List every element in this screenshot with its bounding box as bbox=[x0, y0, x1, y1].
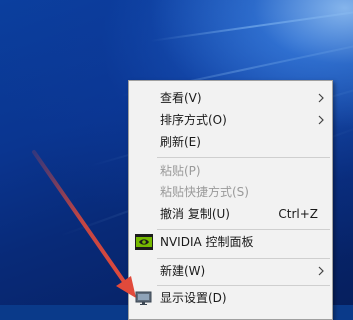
menu-separator bbox=[157, 258, 330, 259]
menu-item-display-settings[interactable]: 显示设置(D) bbox=[129, 288, 332, 308]
menu-item-new[interactable]: 新建(W) bbox=[129, 261, 332, 281]
chevron-right-icon bbox=[316, 88, 326, 108]
menu-item-label: 显示设置(D) bbox=[160, 291, 227, 305]
menu-item-paste-shortcut[interactable]: 粘贴快捷方式(S) bbox=[129, 182, 332, 202]
wallpaper-light-beam bbox=[149, 3, 353, 42]
menu-item-nvidia-control-panel[interactable]: NVIDIA 控制面板 bbox=[129, 232, 332, 252]
menu-item-label: 撤消 复制(U) bbox=[160, 207, 230, 221]
menu-item-label: NVIDIA 控制面板 bbox=[160, 235, 254, 249]
menu-item-paste[interactable]: 粘贴(P) bbox=[129, 161, 332, 181]
menu-item-undo-copy[interactable]: 撤消 复制(U) Ctrl+Z bbox=[129, 204, 332, 224]
menu-item-sort-by[interactable]: 排序方式(O) bbox=[129, 110, 332, 130]
menu-separator bbox=[157, 285, 330, 286]
display-settings-icon bbox=[135, 290, 153, 306]
menu-item-label: 粘贴快捷方式(S) bbox=[160, 185, 249, 199]
menu-separator bbox=[157, 157, 330, 158]
menu-separator bbox=[157, 229, 330, 230]
menu-item-view[interactable]: 查看(V) bbox=[129, 88, 332, 108]
chevron-right-icon bbox=[316, 261, 326, 281]
desktop-context-menu: 查看(V) 排序方式(O) 刷新(E) 粘贴(P) 粘贴快捷方式(S) 撤消 复… bbox=[128, 80, 333, 320]
menu-item-shortcut: Ctrl+Z bbox=[278, 207, 318, 221]
nvidia-logo-icon bbox=[135, 234, 153, 250]
menu-item-refresh[interactable]: 刷新(E) bbox=[129, 132, 332, 152]
menu-item-label: 粘贴(P) bbox=[160, 164, 201, 178]
chevron-right-icon bbox=[316, 110, 326, 130]
menu-item-label: 新建(W) bbox=[160, 264, 206, 278]
menu-item-label: 查看(V) bbox=[160, 91, 202, 105]
menu-item-label: 刷新(E) bbox=[160, 135, 201, 149]
menu-item-label: 排序方式(O) bbox=[160, 113, 227, 127]
